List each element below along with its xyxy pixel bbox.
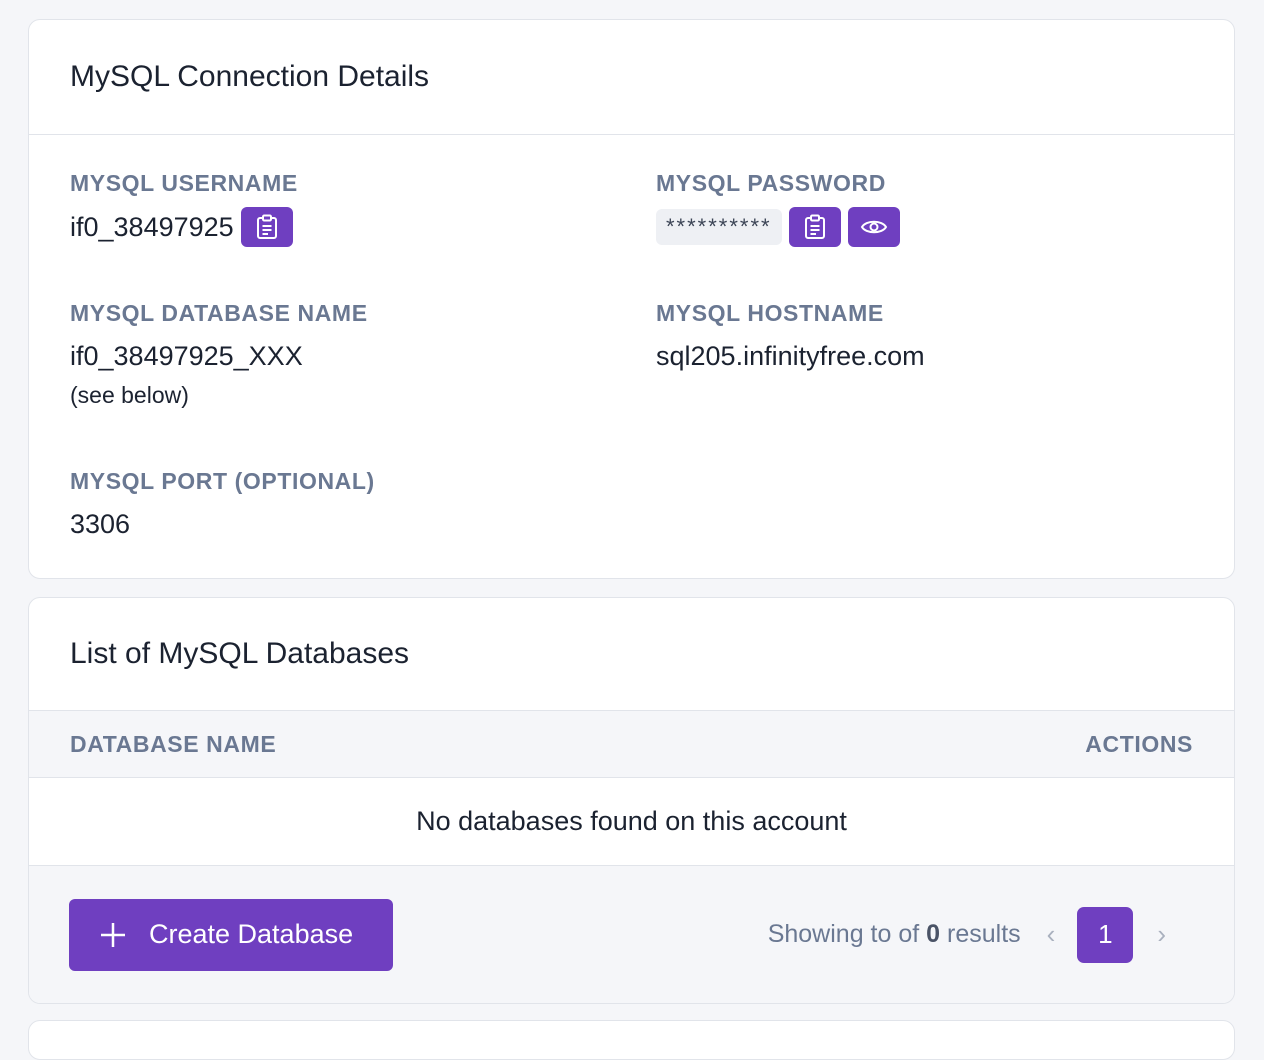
connection-details-card: MySQL Connection Details MYSQL USERNAME … [28,19,1235,579]
port-field: MYSQL PORT (OPTIONAL) 3306 [70,468,375,540]
create-database-button[interactable]: Create Database [69,898,393,971]
page-1-button[interactable]: 1 [1077,906,1134,963]
column-actions: ACTIONS [1085,730,1193,757]
pagination-text-before: Showing to of [767,920,920,948]
table-header: DATABASE NAME ACTIONS [29,711,1234,778]
username-field: MYSQL USERNAME if0_38497925 [70,170,298,247]
password-row: ********** [656,207,900,247]
plus-icon [99,921,127,949]
copy-username-button[interactable] [240,207,293,247]
username-value: if0_38497925 [70,211,234,242]
username-label: MYSQL USERNAME [70,170,298,196]
copy-password-button[interactable] [788,207,841,247]
database-name-field: MYSQL DATABASE NAME if0_38497925_XXX (se… [70,300,368,409]
connection-details-title: MySQL Connection Details [70,60,430,93]
pagination-summary: Showing to of 0 results [768,920,1021,949]
column-database-name: DATABASE NAME [70,730,277,757]
reveal-password-button[interactable] [847,207,900,247]
hostname-value: sql205.infinityfree.com [656,341,925,371]
database-list-card: List of MySQL Databases DATABASE NAME AC… [28,597,1235,1004]
hostname-field: MYSQL HOSTNAME sql205.infinityfree.com [656,300,925,372]
next-page-button[interactable]: › [1157,919,1166,950]
password-label: MYSQL PASSWORD [656,170,886,196]
pagination: Showing to of 0 results ‹ 1 › [768,906,1166,963]
port-value: 3306 [70,509,131,539]
port-label: MYSQL PORT (OPTIONAL) [70,468,375,494]
eye-icon [860,217,888,237]
clipboard-icon [256,214,278,240]
database-list-title: List of MySQL Databases [70,637,410,670]
connection-details-header: MySQL Connection Details [29,20,1234,135]
database-name-value: if0_38497925_XXX [70,341,303,371]
previous-page-button[interactable]: ‹ [1047,919,1056,950]
next-card [28,1020,1235,1060]
pagination-total: 0 [926,920,941,948]
database-name-note: (see below) [70,382,189,408]
clipboard-icon [804,214,826,240]
create-database-label: Create Database [149,919,354,949]
table-footer: Create Database Showing to of 0 results … [29,866,1234,1003]
database-list-header: List of MySQL Databases [29,598,1234,711]
hostname-label: MYSQL HOSTNAME [656,300,884,326]
empty-table-message: No databases found on this account [29,778,1234,866]
username-row: if0_38497925 [70,207,298,247]
password-masked-value: ********** [656,209,782,245]
password-field: MYSQL PASSWORD ********** [656,170,900,247]
database-name-label: MYSQL DATABASE NAME [70,300,368,326]
pagination-text-after: results [947,920,1021,948]
